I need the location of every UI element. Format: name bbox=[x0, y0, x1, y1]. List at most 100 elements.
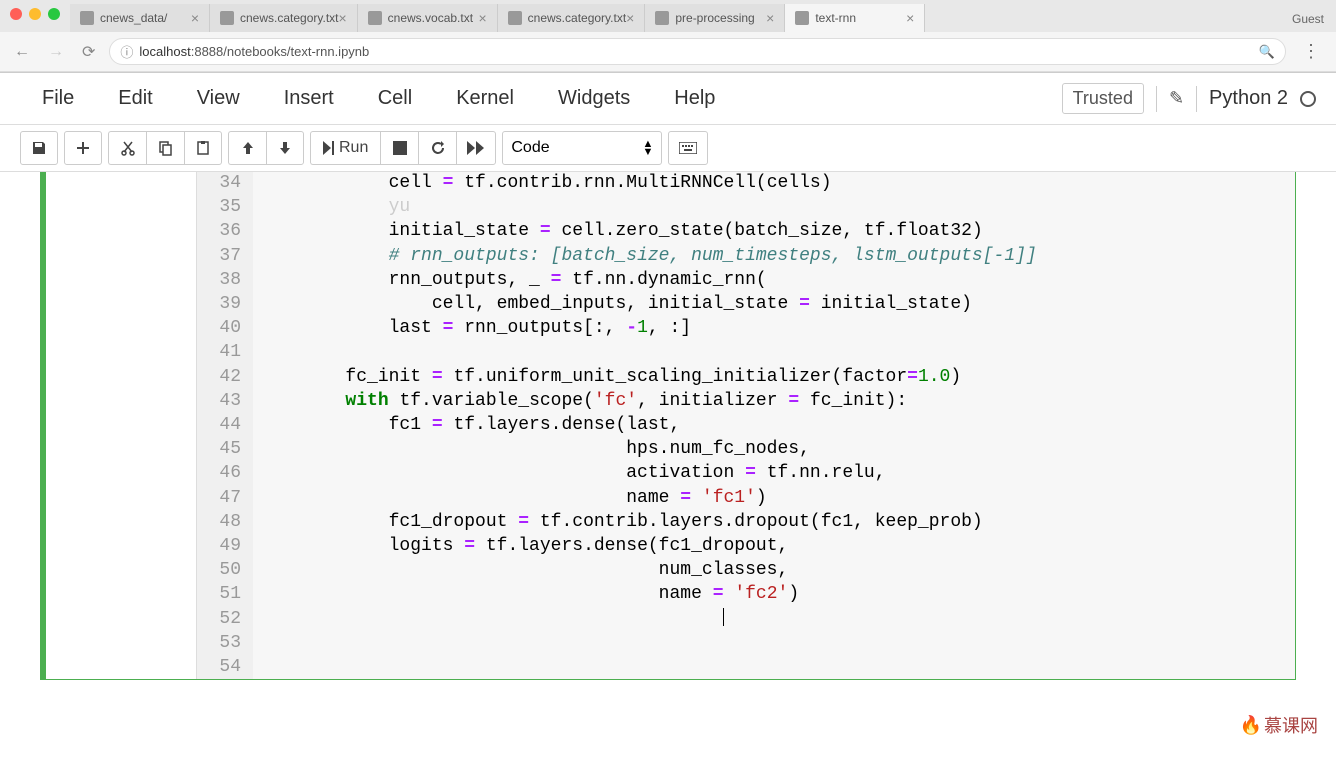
move-up-button[interactable] bbox=[228, 131, 266, 165]
code-line[interactable]: 40 last = rnn_outputs[:, -1, :] bbox=[197, 316, 1295, 340]
tab-close-icon[interactable]: × bbox=[766, 10, 774, 26]
code-line[interactable]: 46 activation = tf.nn.relu, bbox=[197, 461, 1295, 485]
tab-close-icon[interactable]: × bbox=[478, 10, 486, 26]
browser-tab[interactable]: text-rnn× bbox=[785, 4, 925, 32]
code-content[interactable] bbox=[253, 655, 1295, 679]
line-number: 52 bbox=[197, 607, 253, 631]
code-cell[interactable]: 34 cell = tf.contrib.rnn.MultiRNNCell(ce… bbox=[40, 172, 1296, 680]
run-label: Run bbox=[339, 139, 368, 157]
code-line[interactable]: 38 rnn_outputs, _ = tf.nn.dynamic_rnn( bbox=[197, 268, 1295, 292]
url-input[interactable]: ⓘ localhost:8888/notebooks/text-rnn.ipyn… bbox=[109, 38, 1286, 65]
code-content[interactable]: yu bbox=[253, 195, 1295, 219]
cut-button[interactable] bbox=[108, 131, 146, 165]
browser-tab[interactable]: cnews.category.txt× bbox=[498, 4, 646, 32]
browser-tab[interactable]: cnews.vocab.txt× bbox=[358, 4, 498, 32]
browser-tab[interactable]: cnews_data/× bbox=[70, 4, 210, 32]
code-content[interactable]: cell = tf.contrib.rnn.MultiRNNCell(cells… bbox=[253, 172, 1295, 195]
tab-close-icon[interactable]: × bbox=[191, 10, 199, 26]
edit-icon[interactable]: ✎ bbox=[1169, 88, 1184, 109]
run-button[interactable]: Run bbox=[310, 131, 380, 165]
code-content[interactable]: fc1 = tf.layers.dense(last, bbox=[253, 413, 1295, 437]
window-minimize-icon[interactable] bbox=[29, 8, 41, 20]
code-line[interactable]: 42 fc_init = tf.uniform_unit_scaling_ini… bbox=[197, 365, 1295, 389]
code-content[interactable]: num_classes, bbox=[253, 558, 1295, 582]
forward-button[interactable]: → bbox=[44, 41, 68, 63]
add-cell-button[interactable] bbox=[64, 131, 102, 165]
guest-label[interactable]: Guest bbox=[1280, 6, 1336, 32]
menu-view[interactable]: View bbox=[175, 81, 262, 116]
browser-tab[interactable]: cnews.category.txt× bbox=[210, 4, 358, 32]
code-content[interactable]: name = 'fc2') bbox=[253, 582, 1295, 606]
code-content[interactable] bbox=[253, 631, 1295, 655]
cell-type-select[interactable]: Code ▲▼ bbox=[502, 131, 662, 165]
watermark-text: 慕课网 bbox=[1264, 712, 1318, 738]
line-number: 53 bbox=[197, 631, 253, 655]
code-line[interactable]: 37 # rnn_outputs: [batch_size, num_times… bbox=[197, 244, 1295, 268]
menu-widgets[interactable]: Widgets bbox=[536, 81, 652, 116]
tab-close-icon[interactable]: × bbox=[626, 10, 634, 26]
code-editor[interactable]: 34 cell = tf.contrib.rnn.MultiRNNCell(ce… bbox=[196, 172, 1295, 679]
code-content[interactable]: # rnn_outputs: [batch_size, num_timestep… bbox=[253, 244, 1295, 268]
window-maximize-icon[interactable] bbox=[48, 8, 60, 20]
browser-menu-icon[interactable]: ⋮ bbox=[1296, 39, 1326, 64]
reload-button[interactable]: ⟳ bbox=[78, 40, 99, 64]
browser-tab[interactable]: pre-processing× bbox=[645, 4, 785, 32]
code-content[interactable]: with tf.variable_scope('fc', initializer… bbox=[253, 389, 1295, 413]
code-line[interactable]: 48 fc1_dropout = tf.contrib.layers.dropo… bbox=[197, 510, 1295, 534]
menu-edit[interactable]: Edit bbox=[96, 81, 174, 116]
interrupt-button[interactable] bbox=[380, 131, 418, 165]
code-line[interactable]: 47 name = 'fc1') bbox=[197, 486, 1295, 510]
menu-help[interactable]: Help bbox=[652, 81, 737, 116]
save-icon bbox=[31, 140, 47, 156]
code-line[interactable]: 34 cell = tf.contrib.rnn.MultiRNNCell(ce… bbox=[197, 172, 1295, 195]
url-port: :8888 bbox=[191, 44, 224, 59]
code-line[interactable]: 51 name = 'fc2') bbox=[197, 582, 1295, 606]
tab-close-icon[interactable]: × bbox=[338, 10, 346, 26]
code-content[interactable]: fc1_dropout = tf.contrib.layers.dropout(… bbox=[253, 510, 1295, 534]
code-content[interactable]: name = 'fc1') bbox=[253, 486, 1295, 510]
code-content[interactable]: cell, embed_inputs, initial_state = init… bbox=[253, 292, 1295, 316]
code-content[interactable]: logits = tf.layers.dense(fc1_dropout, bbox=[253, 534, 1295, 558]
code-content[interactable]: activation = tf.nn.relu, bbox=[253, 461, 1295, 485]
text-cursor bbox=[723, 608, 724, 626]
code-content[interactable]: rnn_outputs, _ = tf.nn.dynamic_rnn( bbox=[253, 268, 1295, 292]
code-line[interactable]: 39 cell, embed_inputs, initial_state = i… bbox=[197, 292, 1295, 316]
chevron-updown-icon: ▲▼ bbox=[642, 140, 653, 156]
code-content[interactable] bbox=[253, 340, 1295, 364]
move-down-button[interactable] bbox=[266, 131, 304, 165]
menu-cell[interactable]: Cell bbox=[356, 81, 434, 116]
menu-file[interactable]: File bbox=[20, 81, 96, 116]
line-number: 50 bbox=[197, 558, 253, 582]
code-line[interactable]: 43 with tf.variable_scope('fc', initiali… bbox=[197, 389, 1295, 413]
code-content[interactable] bbox=[253, 607, 1295, 631]
kernel-name[interactable]: Python 2 bbox=[1209, 87, 1288, 110]
code-line[interactable]: 35 yu bbox=[197, 195, 1295, 219]
code-content[interactable]: fc_init = tf.uniform_unit_scaling_initia… bbox=[253, 365, 1295, 389]
save-button[interactable] bbox=[20, 131, 58, 165]
code-line[interactable]: 50 num_classes, bbox=[197, 558, 1295, 582]
trusted-badge[interactable]: Trusted bbox=[1062, 83, 1144, 114]
menu-kernel[interactable]: Kernel bbox=[434, 81, 536, 116]
code-content[interactable]: last = rnn_outputs[:, -1, :] bbox=[253, 316, 1295, 340]
code-content[interactable]: hps.num_fc_nodes, bbox=[253, 437, 1295, 461]
code-line[interactable]: 36 initial_state = cell.zero_state(batch… bbox=[197, 219, 1295, 243]
restart-run-button[interactable] bbox=[456, 131, 496, 165]
menu-insert[interactable]: Insert bbox=[262, 81, 356, 116]
window-close-icon[interactable] bbox=[10, 8, 22, 20]
code-line[interactable]: 45 hps.num_fc_nodes, bbox=[197, 437, 1295, 461]
zoom-icon[interactable]: 🔍 bbox=[1259, 44, 1275, 60]
command-palette-button[interactable] bbox=[668, 131, 708, 165]
code-line[interactable]: 49 logits = tf.layers.dense(fc1_dropout, bbox=[197, 534, 1295, 558]
code-content[interactable]: initial_state = cell.zero_state(batch_si… bbox=[253, 219, 1295, 243]
restart-button[interactable] bbox=[418, 131, 456, 165]
code-line[interactable]: 52 bbox=[197, 607, 1295, 631]
tab-favicon-icon bbox=[795, 11, 809, 25]
copy-button[interactable] bbox=[146, 131, 184, 165]
code-line[interactable]: 54 bbox=[197, 655, 1295, 679]
back-button[interactable]: ← bbox=[10, 41, 34, 63]
code-line[interactable]: 53 bbox=[197, 631, 1295, 655]
tab-close-icon[interactable]: × bbox=[906, 10, 914, 26]
code-line[interactable]: 41 bbox=[197, 340, 1295, 364]
code-line[interactable]: 44 fc1 = tf.layers.dense(last, bbox=[197, 413, 1295, 437]
paste-button[interactable] bbox=[184, 131, 222, 165]
